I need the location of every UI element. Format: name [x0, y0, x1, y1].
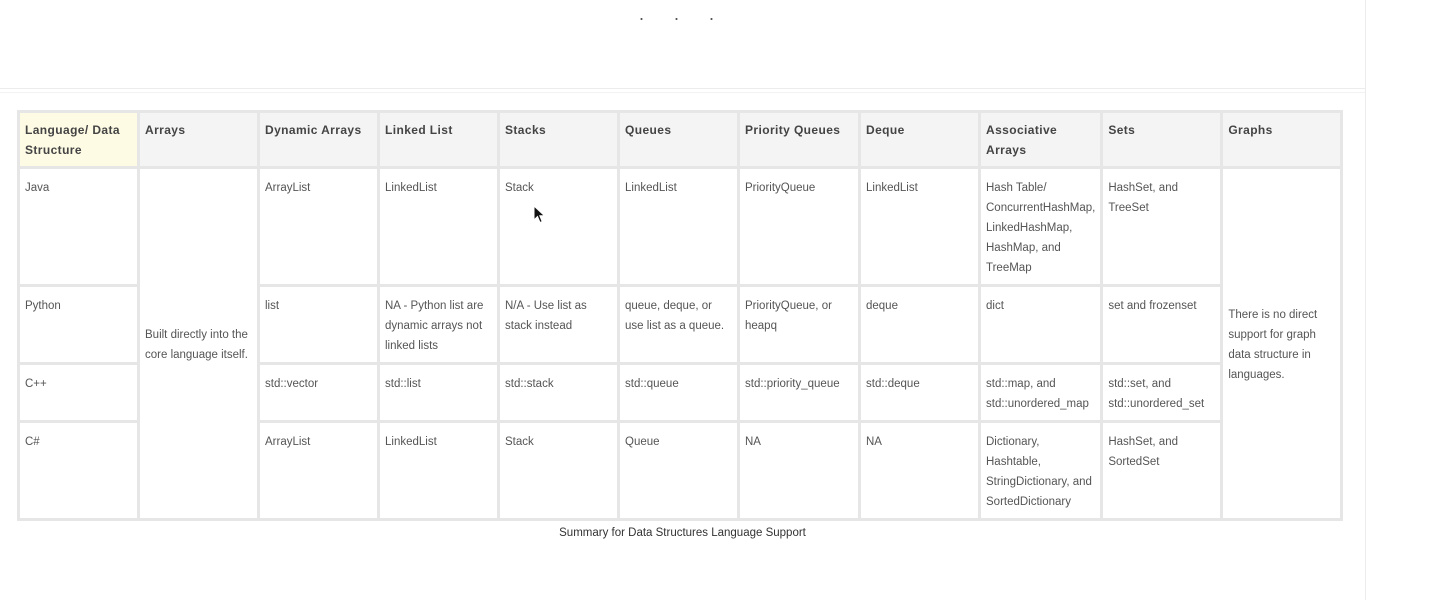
cell-priority-queues: NA [740, 423, 858, 518]
cell-deque: NA [861, 423, 978, 518]
cell-associative-arrays: dict [981, 287, 1101, 362]
language-support-table: Language/ Data Structure Arrays Dynamic … [17, 110, 1344, 521]
cell-deque: LinkedList [861, 169, 978, 284]
cell-sets: HashSet, and TreeSet [1103, 169, 1221, 284]
cell-language: Python [20, 287, 137, 362]
cell-queues: std::queue [620, 365, 737, 420]
cell-sets: HashSet, and SortedSet [1103, 423, 1221, 518]
cell-linked-list: LinkedList [380, 169, 497, 284]
more-options-indicator: · · · [638, 8, 727, 28]
cell-dynamic-arrays: std::vector [260, 365, 377, 420]
cell-language: C++ [20, 365, 137, 420]
cell-stacks: std::stack [500, 365, 617, 420]
header-sets: Sets [1103, 113, 1221, 166]
cell-sets: std::set, and std::unordered_set [1103, 365, 1221, 420]
cell-linked-list: std::list [380, 365, 497, 420]
cell-stacks: Stack [500, 423, 617, 518]
header-stacks: Stacks [500, 113, 617, 166]
cell-dynamic-arrays: list [260, 287, 377, 362]
header-deque: Deque [861, 113, 978, 166]
header-dynamic-arrays: Dynamic Arrays [260, 113, 377, 166]
header-graphs: Graphs [1223, 113, 1341, 166]
header-queues: Queues [620, 113, 737, 166]
table-header-row: Language/ Data Structure Arrays Dynamic … [20, 113, 1341, 166]
cell-deque: deque [861, 287, 978, 362]
cell-linked-list: LinkedList [380, 423, 497, 518]
cell-sets: set and frozenset [1103, 287, 1221, 362]
cell-associative-arrays: std::map, and std::unordered_map [981, 365, 1101, 420]
cell-graphs: There is no direct support for graph dat… [1223, 169, 1341, 518]
cell-language: Java [20, 169, 137, 284]
cell-stacks: Stack [500, 169, 617, 284]
cell-priority-queues: PriorityQueue, or heapq [740, 287, 858, 362]
cell-associative-arrays: Dictionary, Hashtable, StringDictionary,… [981, 423, 1101, 518]
divider [0, 92, 1365, 93]
mouse-pointer-icon [533, 205, 546, 224]
cell-queues: queue, deque, or use list as a queue. [620, 287, 737, 362]
cell-language: C# [20, 423, 137, 518]
cell-deque: std::deque [861, 365, 978, 420]
cell-arrays: Built directly into the core language it… [140, 169, 257, 518]
cell-dynamic-arrays: ArrayList [260, 423, 377, 518]
table-caption: Summary for Data Structures Language Sup… [559, 527, 806, 539]
header-language: Language/ Data Structure [20, 113, 137, 166]
divider [0, 88, 1365, 89]
header-priority-queues: Priority Queues [740, 113, 858, 166]
cell-priority-queues: std::priority_queue [740, 365, 858, 420]
cell-stacks: N/A - Use list as stack instead [500, 287, 617, 362]
cell-linked-list: NA - Python list are dynamic arrays not … [380, 287, 497, 362]
header-associative-arrays: Associative Arrays [981, 113, 1101, 166]
header-arrays: Arrays [140, 113, 257, 166]
cell-queues: Queue [620, 423, 737, 518]
table-row: Java Built directly into the core langua… [20, 169, 1341, 518]
document-page: · · · Language/ Data Structure Arrays Dy… [0, 0, 1366, 600]
cell-associative-arrays: Hash Table/ ConcurrentHashMap, LinkedHas… [981, 169, 1101, 284]
header-linked-list: Linked List [380, 113, 497, 166]
cell-priority-queues: PriorityQueue [740, 169, 858, 284]
cell-dynamic-arrays: ArrayList [260, 169, 377, 284]
cell-queues: LinkedList [620, 169, 737, 284]
